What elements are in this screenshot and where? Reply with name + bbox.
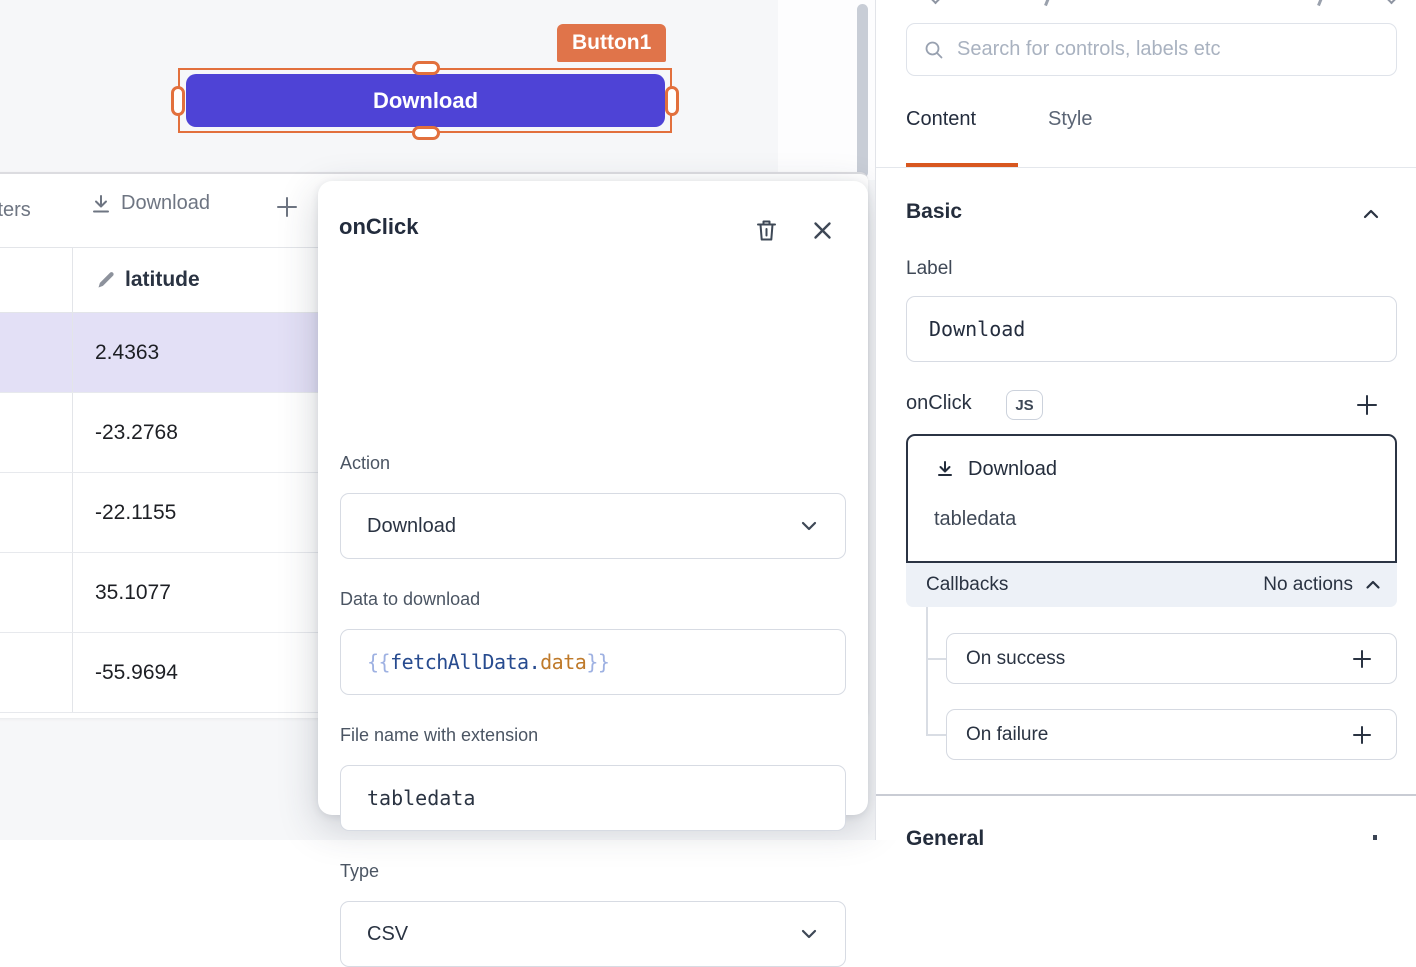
canvas-scrollbar[interactable] bbox=[857, 4, 868, 178]
callback-tree-connector bbox=[926, 658, 946, 660]
type-select-value: CSV bbox=[367, 923, 408, 946]
card-action-row: Download bbox=[934, 458, 1057, 481]
card-action-label: Download bbox=[968, 458, 1057, 481]
clipped-glyph-fragment bbox=[1312, 0, 1332, 7]
popover-title: onClick bbox=[339, 214, 418, 240]
property-pane: Content Style Basic Label Download onCli… bbox=[875, 0, 1416, 840]
chevron-up-icon[interactable] bbox=[1360, 203, 1382, 225]
data-to-download-input[interactable]: {{fetchAllData.data}} bbox=[340, 629, 846, 695]
resize-handle-bottom[interactable] bbox=[412, 126, 440, 140]
callbacks-toggle[interactable]: Callbacks No actions bbox=[906, 563, 1397, 607]
onclick-action-popover: onClick Action Download Data to download… bbox=[318, 181, 868, 815]
pencil-icon bbox=[95, 270, 116, 291]
action-field-label: Action bbox=[340, 453, 390, 474]
resize-handle-left[interactable] bbox=[171, 86, 185, 116]
file-name-value: tabledata bbox=[367, 786, 475, 810]
code-entity: fetchAllData bbox=[390, 650, 529, 674]
on-success-label: On success bbox=[966, 648, 1065, 670]
download-icon bbox=[90, 193, 112, 215]
search-input[interactable] bbox=[957, 38, 1380, 61]
onclick-property-label: onClick bbox=[906, 392, 972, 415]
add-on-failure-button[interactable] bbox=[1350, 723, 1374, 747]
callbacks-status: No actions bbox=[1263, 574, 1353, 596]
label-field-caption: Label bbox=[906, 258, 953, 280]
clipped-chevron-fragment bbox=[1384, 0, 1404, 7]
tab-content[interactable]: Content bbox=[906, 108, 976, 131]
chevron-down-icon bbox=[799, 516, 819, 536]
download-icon bbox=[934, 459, 956, 481]
add-action-button[interactable] bbox=[1354, 392, 1380, 418]
callback-tree-connector bbox=[926, 607, 928, 735]
card-file-value: tabledata bbox=[934, 508, 1016, 531]
section-general-title: General bbox=[906, 827, 984, 851]
on-failure-callback[interactable]: On failure bbox=[946, 709, 1397, 760]
chevron-up-icon bbox=[1363, 575, 1383, 595]
js-toggle-badge[interactable]: JS bbox=[1006, 390, 1043, 420]
table-add-row-button[interactable] bbox=[274, 194, 300, 220]
code-property: data bbox=[540, 650, 586, 674]
widget-name-tag[interactable]: Button1 bbox=[557, 24, 666, 62]
tab-style[interactable]: Style bbox=[1048, 108, 1092, 131]
file-name-label: File name with extension bbox=[340, 725, 538, 746]
action-select[interactable]: Download bbox=[340, 493, 846, 559]
action-select-value: Download bbox=[367, 515, 456, 538]
section-basic-title: Basic bbox=[906, 200, 962, 224]
resize-handle-top[interactable] bbox=[412, 61, 440, 75]
resize-handle-right[interactable] bbox=[665, 86, 679, 116]
label-input[interactable]: Download bbox=[906, 296, 1397, 362]
on-failure-label: On failure bbox=[966, 724, 1048, 746]
table-filters-button[interactable]: lters bbox=[0, 199, 31, 222]
table-select-column-header bbox=[0, 248, 73, 312]
code-close-brace: }} bbox=[586, 650, 609, 674]
search-icon bbox=[923, 39, 945, 61]
callbacks-label: Callbacks bbox=[926, 574, 1008, 596]
type-select[interactable]: CSV bbox=[340, 901, 846, 967]
onclick-property-row: onClick JS bbox=[906, 390, 1397, 422]
tabs-divider bbox=[876, 167, 1416, 168]
add-on-success-button[interactable] bbox=[1350, 647, 1374, 671]
callback-tree-connector bbox=[926, 734, 946, 736]
code-open-brace: {{ bbox=[367, 650, 390, 674]
data-to-download-label: Data to download bbox=[340, 589, 480, 610]
column-header-label: latitude bbox=[125, 268, 200, 292]
delete-action-button[interactable] bbox=[753, 217, 780, 244]
file-name-input[interactable]: tabledata bbox=[340, 765, 846, 831]
download-button-widget[interactable]: Download bbox=[186, 74, 665, 127]
type-field-label: Type bbox=[340, 861, 379, 882]
close-icon[interactable] bbox=[810, 218, 835, 243]
on-success-callback[interactable]: On success bbox=[946, 633, 1397, 684]
section-divider bbox=[876, 794, 1416, 796]
clipped-chevron-fragment bbox=[928, 0, 948, 7]
code-dot: . bbox=[529, 650, 541, 674]
property-search[interactable] bbox=[906, 23, 1397, 76]
clipped-glyph-fragment bbox=[1039, 0, 1059, 7]
clipped-chevron-fragment bbox=[1373, 835, 1377, 840]
table-download-button[interactable]: Download bbox=[90, 192, 210, 215]
chevron-down-icon bbox=[799, 924, 819, 944]
download-action-card[interactable]: Download tabledata bbox=[906, 434, 1397, 563]
table-download-label: Download bbox=[121, 192, 210, 215]
